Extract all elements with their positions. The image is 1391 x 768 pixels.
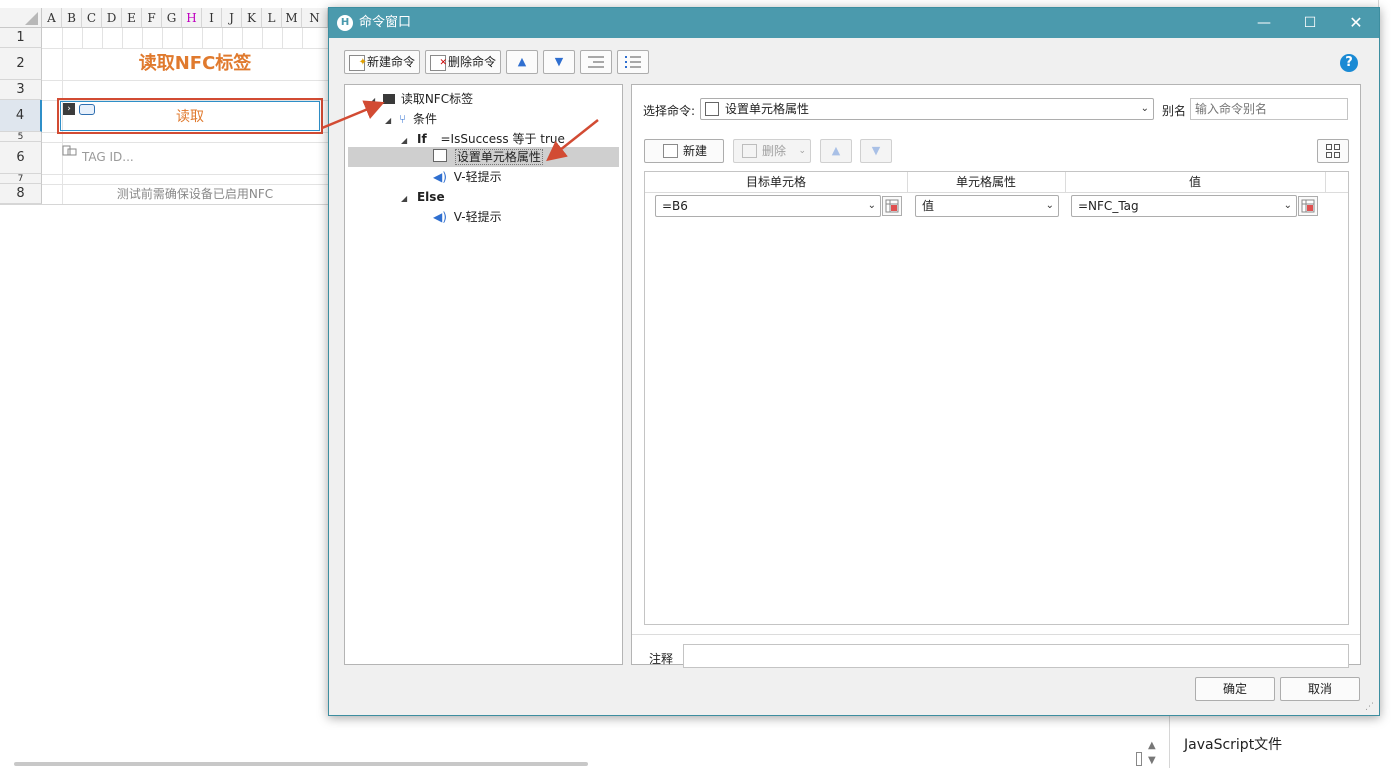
annotation-arrows (321, 100, 599, 162)
arrow-to-tree-root (321, 100, 385, 130)
arrow-to-set-cell (546, 119, 599, 162)
